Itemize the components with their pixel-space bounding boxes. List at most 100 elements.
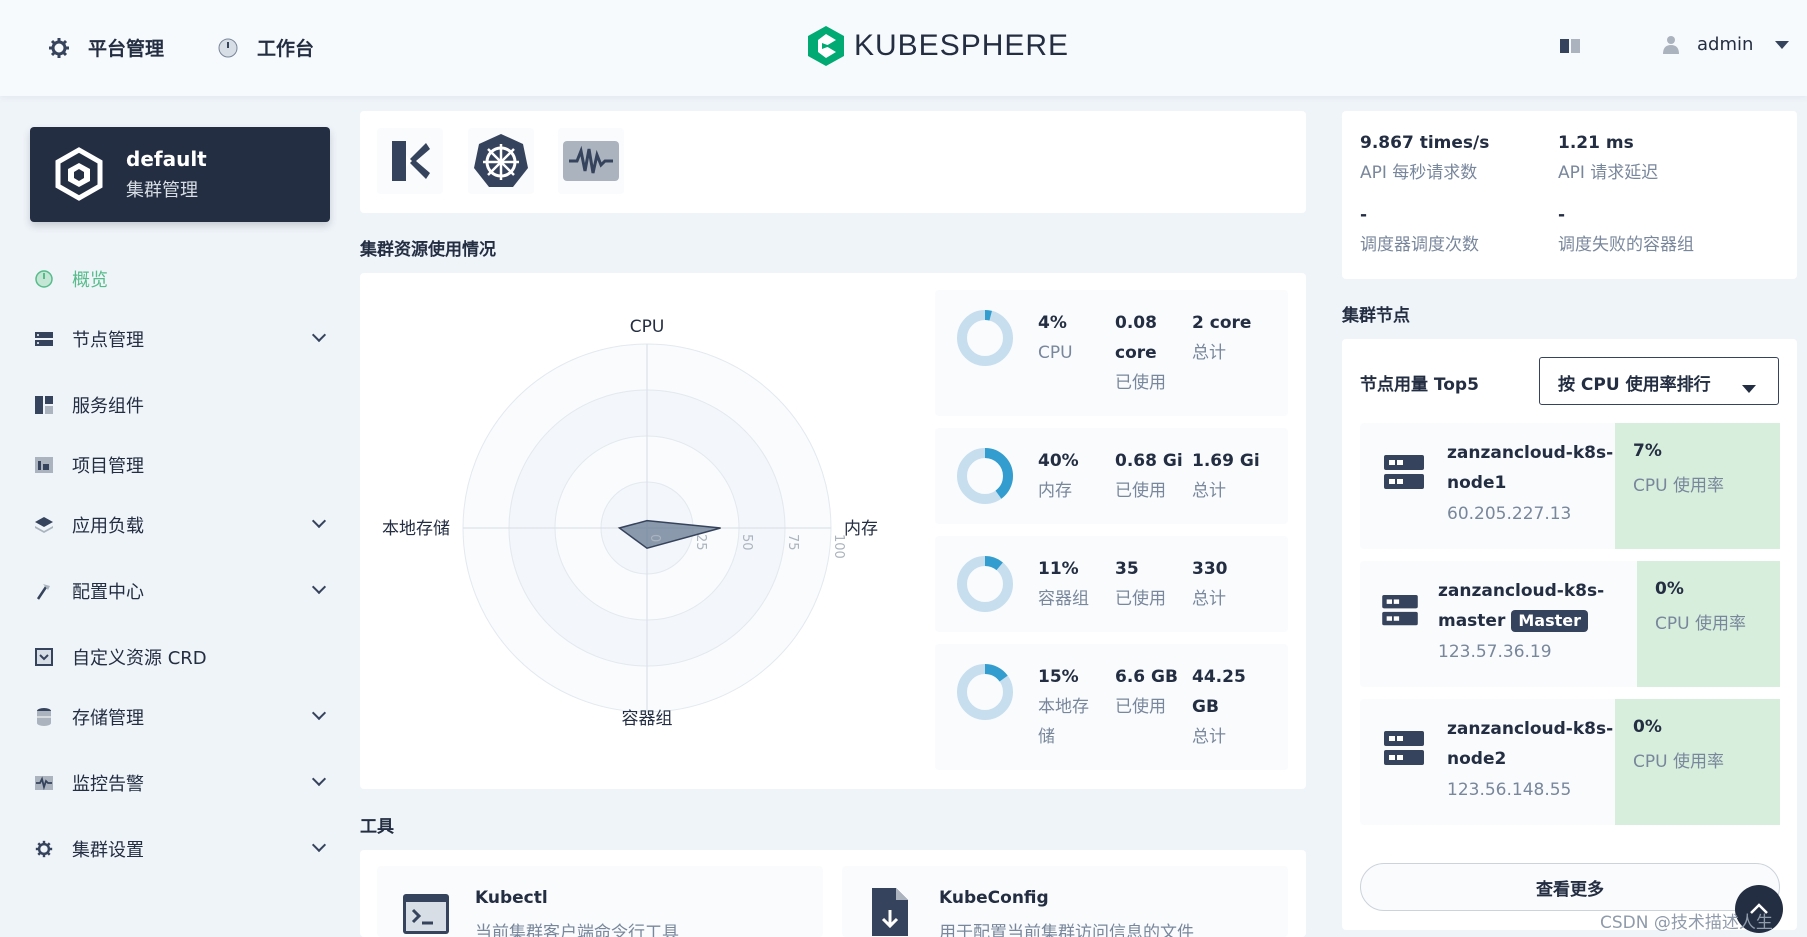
cluster-nodes-title: 集群节点: [1342, 306, 1410, 326]
stat-name: CPU: [1038, 343, 1073, 363]
sidebar-item-config[interactable]: 配置中心: [34, 576, 334, 606]
username: admin: [1697, 34, 1754, 55]
sidebar-item-label: 概览: [72, 270, 108, 291]
kpi-api-rps: 9.867 times/s API 每秒请求数: [1360, 128, 1489, 188]
platform-management-label: 平台管理: [88, 38, 165, 60]
stat-used-value: 6.6 GB: [1115, 667, 1178, 687]
caret-down-icon: [1775, 40, 1790, 49]
sidebar-item-projects[interactable]: 项目管理: [34, 450, 334, 480]
user-menu[interactable]: admin: [1663, 34, 1790, 55]
kubeconfig-title: KubeConfig: [939, 888, 1049, 908]
cluster-icon: [52, 147, 106, 206]
sidebar-item-storage[interactable]: 存储管理: [34, 702, 334, 732]
sort-select-value: 按 CPU 使用率排行: [1558, 375, 1711, 395]
sidebar-item-workloads[interactable]: 应用负载: [34, 510, 334, 540]
kpi-label: API 请求延迟: [1558, 163, 1659, 183]
node-name-line2: node1: [1447, 473, 1507, 493]
node-cpu-usage: 0% CPU 使用率: [1637, 561, 1780, 687]
node-cpu-label: CPU 使用率: [1633, 752, 1724, 772]
kpi-label: API 每秒请求数: [1360, 163, 1478, 183]
sidebar-item-overview[interactable]: 概览: [34, 264, 334, 294]
kpi-scheduler-failed: - 调度失败的容器组: [1558, 200, 1694, 260]
hammer-icon: [34, 581, 54, 601]
project-icon: [34, 455, 54, 475]
radar-tick-50: 50: [739, 534, 754, 551]
monitoring-component-icon[interactable]: [558, 128, 624, 194]
sidebar-item-label: 集群设置: [72, 840, 144, 861]
node-ip: 123.57.36.19: [1438, 642, 1552, 662]
stat-percent: 40%: [1038, 451, 1079, 471]
kubeconfig-tool[interactable]: KubeConfig 用于配置当前集群访问信息的文件: [842, 866, 1288, 937]
cluster-name: default: [126, 147, 207, 171]
kubectl-tool[interactable]: Kubectl 当前集群客户端命令行工具: [377, 866, 823, 937]
stat-percent: 11%: [1038, 559, 1079, 579]
stat-used-value: 35: [1115, 559, 1139, 579]
sidebar-item-label: 存储管理: [72, 708, 144, 729]
kpi-label: 调度器调度次数: [1360, 235, 1479, 255]
stat-total-value: 330: [1192, 559, 1228, 579]
stat-total-value: 2 core: [1192, 313, 1252, 333]
sidebar-item-components[interactable]: 服务组件: [34, 390, 334, 420]
cluster-card[interactable]: default 集群管理: [30, 127, 330, 222]
top-header: 平台管理 工作台 KUBESPHERE admin: [0, 0, 1807, 96]
docs-icon[interactable]: [1560, 37, 1580, 60]
sidebar-item-label: 服务组件: [72, 396, 144, 417]
kubectl-title: Kubectl: [475, 888, 548, 908]
kubesphere-component-icon[interactable]: [377, 128, 443, 194]
stat-name-cont: 储: [1038, 727, 1055, 747]
server-icon: [34, 329, 54, 349]
sidebar-item-monitoring[interactable]: 监控告警: [34, 768, 334, 798]
stat-used-label: 已使用: [1115, 697, 1166, 717]
stat-used-value: 0.68 Gi: [1115, 451, 1183, 471]
node-card-node1[interactable]: zanzancloud-k8s- node1 60.205.227.13 7% …: [1360, 423, 1780, 549]
stat-total-unit: GB: [1192, 697, 1219, 717]
server-icon: [1384, 455, 1424, 496]
terminal-icon: [403, 894, 449, 937]
node-name-line2: node2: [1447, 749, 1507, 769]
node-name-line1: zanzancloud-k8s-: [1438, 581, 1605, 601]
stat-card-pods: 11% 容器组 35 已使用 330 总计: [935, 536, 1288, 632]
workbench-label: 工作台: [257, 38, 315, 60]
layers-icon: [34, 515, 54, 535]
sort-select[interactable]: 按 CPU 使用率排行: [1539, 357, 1779, 405]
user-icon: [1663, 35, 1679, 55]
platform-management-nav[interactable]: 平台管理: [48, 34, 164, 61]
radar-axis-label-pods: 容器组: [622, 709, 673, 729]
master-badge: Master: [1511, 610, 1588, 632]
nodes-top-label: 节点用量 Top5: [1360, 375, 1479, 395]
chevron-down-icon: [311, 837, 327, 853]
stat-total-label: 总计: [1192, 481, 1226, 501]
tools-title: 工具: [360, 817, 394, 837]
view-more-button[interactable]: 查看更多: [1360, 863, 1780, 911]
chevron-down-icon: [311, 579, 327, 595]
storage-donut: [957, 664, 1013, 720]
sidebar-item-label: 监控告警: [72, 774, 144, 795]
sidebar-item-cluster-settings[interactable]: 集群设置: [34, 834, 334, 864]
stat-used-label: 已使用: [1115, 373, 1166, 393]
cluster-subtitle: 集群管理: [126, 180, 198, 201]
chevron-down-icon: [311, 705, 327, 721]
node-name-line2-wrap: master Master: [1438, 606, 1588, 636]
node-card-node2[interactable]: zanzancloud-k8s- node2 123.56.148.55 0% …: [1360, 699, 1780, 825]
kpi-api-latency: 1.21 ms API 请求延迟: [1558, 128, 1658, 188]
workbench-nav[interactable]: 工作台: [217, 34, 314, 61]
kpi-value: -: [1360, 205, 1368, 225]
kubectl-desc: 当前集群客户端命令行工具: [475, 923, 679, 937]
kubesphere-logo[interactable]: KUBESPHERE: [806, 24, 1069, 68]
node-name-line1: zanzancloud-k8s-: [1447, 719, 1614, 739]
database-icon: [34, 707, 54, 727]
components-icon: [34, 395, 54, 415]
gear-icon: [48, 37, 70, 59]
kubernetes-component-icon[interactable]: [468, 128, 534, 194]
chevron-down-icon: [311, 327, 327, 343]
sidebar-item-crd[interactable]: 自定义资源 CRD: [34, 642, 334, 672]
stat-card-storage: 15% 本地存储 6.6 GB 已使用 44.25 GB 总计: [935, 644, 1288, 770]
stat-total-label: 总计: [1192, 589, 1226, 609]
monitor-icon: [34, 773, 54, 793]
sidebar-item-nodes[interactable]: 节点管理: [34, 324, 334, 354]
stat-used-value: 0.08: [1115, 313, 1157, 333]
radar-tick-100: 100: [831, 534, 846, 559]
donut-track: [957, 310, 1013, 366]
resources-title: 集群资源使用情况: [360, 240, 496, 260]
node-card-master[interactable]: zanzancloud-k8s- master Master 123.57.36.…: [1360, 561, 1780, 687]
